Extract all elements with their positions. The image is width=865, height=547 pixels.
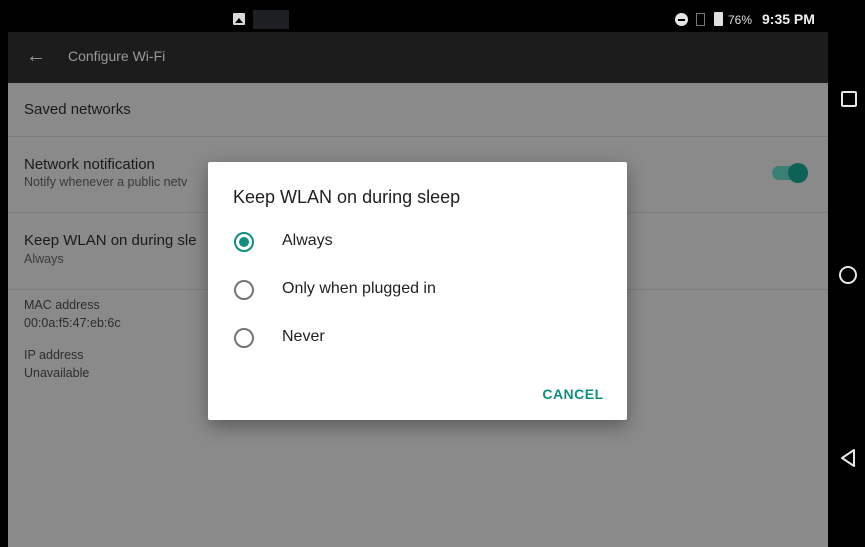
screen: 76% 9:35 PM ← Configure Wi-Fi Saved netw… bbox=[8, 8, 828, 547]
keep-wlan-summary: Always bbox=[24, 252, 64, 266]
status-bar: 76% 9:35 PM bbox=[8, 8, 828, 32]
notification-placeholder bbox=[253, 10, 289, 29]
network-notification-title: Network notification bbox=[24, 156, 155, 173]
clock: 9:35 PM bbox=[762, 11, 815, 27]
option-always[interactable]: Always bbox=[232, 222, 612, 262]
option-label: Only when plugged in bbox=[282, 280, 436, 297]
network-notification-toggle[interactable] bbox=[772, 163, 808, 183]
page-title: Configure Wi-Fi bbox=[68, 48, 166, 64]
dialog-title: Keep WLAN on during sleep bbox=[233, 187, 461, 207]
option-only-when-plugged-in[interactable]: Only when plugged in bbox=[232, 270, 612, 310]
mac-address-label: MAC address bbox=[24, 298, 100, 312]
home-circle-icon[interactable] bbox=[839, 266, 857, 284]
mac-address-value: 00:0a:f5:47:eb:6c bbox=[24, 316, 121, 330]
keep-wlan-dialog: Keep WLAN on during sleep Always Only wh… bbox=[208, 162, 627, 420]
radio-unchecked-icon[interactable] bbox=[234, 328, 254, 348]
toggle-thumb bbox=[788, 163, 808, 183]
network-notification-summary: Notify whenever a public netv bbox=[24, 175, 188, 189]
saved-networks-label: Saved networks bbox=[24, 101, 131, 118]
cancel-button[interactable]: CANCEL bbox=[538, 382, 608, 406]
recents-square-icon[interactable] bbox=[841, 91, 857, 107]
app-bar: ← Configure Wi-Fi bbox=[8, 32, 828, 83]
do-not-disturb-icon bbox=[675, 13, 688, 26]
keep-wlan-title: Keep WLAN on during sle bbox=[24, 232, 197, 249]
back-arrow-icon[interactable]: ← bbox=[26, 46, 46, 66]
option-label: Always bbox=[282, 232, 333, 249]
ip-address-label: IP address bbox=[24, 348, 84, 362]
navigation-bar bbox=[828, 0, 865, 547]
ip-address-value: Unavailable bbox=[24, 366, 90, 380]
back-triangle-icon[interactable] bbox=[840, 449, 856, 472]
saved-networks-item[interactable]: Saved networks bbox=[8, 83, 828, 137]
option-label: Never bbox=[282, 328, 325, 345]
option-never[interactable]: Never bbox=[232, 318, 612, 358]
no-sim-icon bbox=[696, 13, 705, 26]
image-notification-icon bbox=[233, 13, 245, 25]
battery-icon bbox=[714, 12, 723, 26]
radio-unchecked-icon[interactable] bbox=[234, 280, 254, 300]
battery-percent: 76% bbox=[728, 13, 753, 27]
radio-checked-icon[interactable] bbox=[234, 232, 254, 252]
